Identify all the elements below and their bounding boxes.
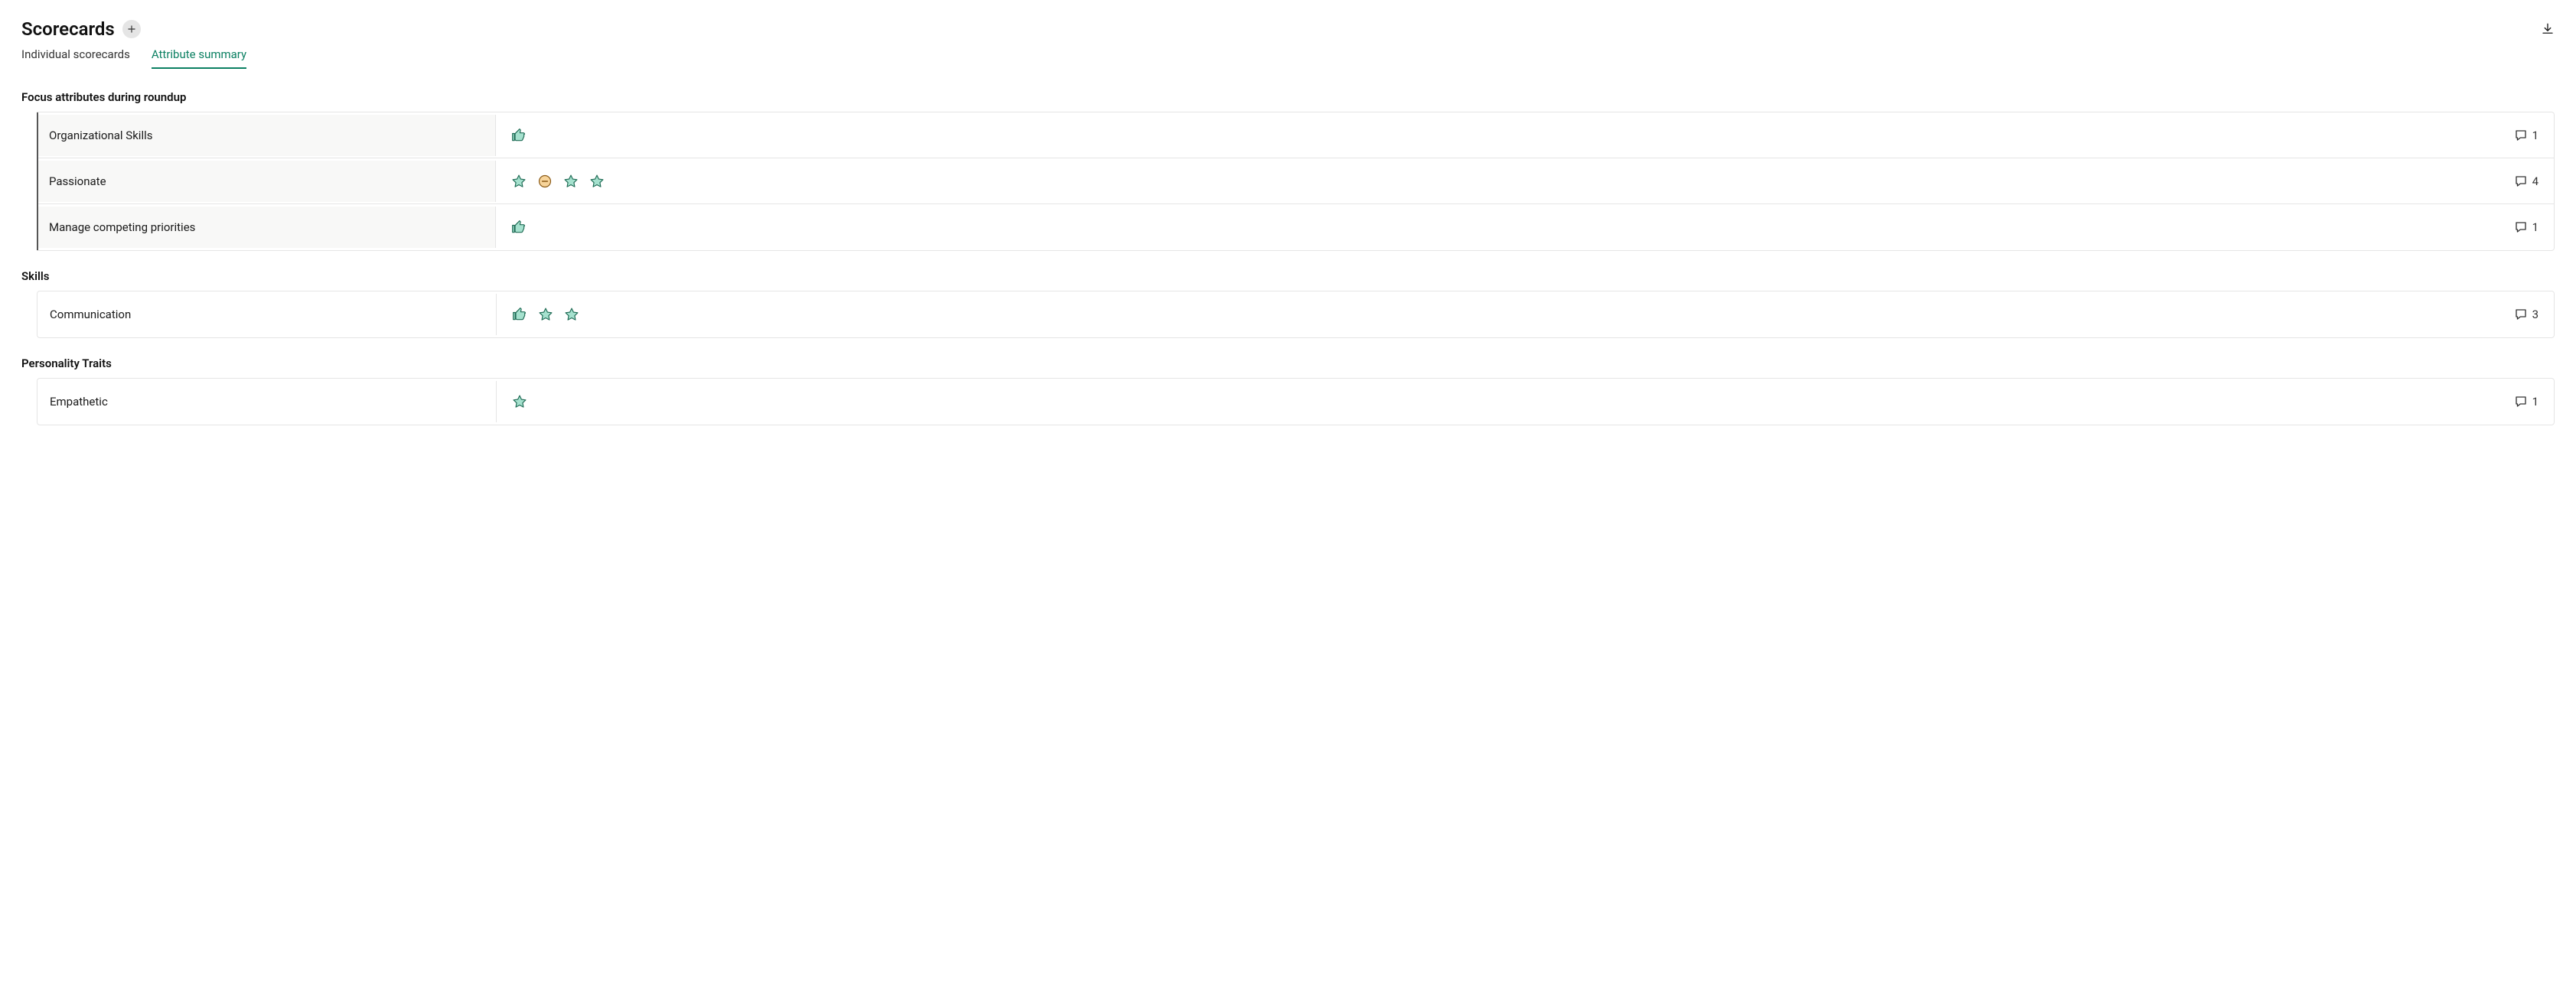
star-icon: [589, 174, 605, 189]
attribute-name: Manage competing priorities: [37, 207, 496, 248]
comment-icon: [2514, 395, 2528, 409]
page-title: Scorecards: [21, 18, 115, 40]
ratings-cell: [497, 385, 2499, 418]
section-title-personality: Personality Traits: [21, 357, 2555, 370]
comments-link[interactable]: 1: [2499, 386, 2554, 418]
table-row: Organizational Skills 1: [37, 112, 2554, 158]
tab-individual-scorecards[interactable]: Individual scorecards: [21, 47, 130, 69]
comments-link[interactable]: 1: [2499, 211, 2554, 243]
thumbs-up-icon: [511, 220, 527, 235]
star-icon: [564, 307, 579, 322]
comment-icon: [2514, 174, 2528, 188]
comment-count: 4: [2532, 174, 2539, 188]
section-title-skills: Skills: [21, 269, 2555, 283]
table-row: Passionate 4: [37, 158, 2554, 204]
table-row: Communication 3: [37, 291, 2554, 337]
personality-table: Empathetic 1: [37, 378, 2555, 425]
table-row: Empathetic 1: [37, 379, 2554, 425]
comment-icon: [2514, 220, 2528, 234]
comment-count: 3: [2532, 308, 2539, 321]
attribute-name: Communication: [37, 294, 497, 335]
ratings-cell: [497, 298, 2499, 331]
comment-count: 1: [2532, 129, 2539, 142]
attribute-name: Empathetic: [37, 381, 497, 422]
neutral-icon: [537, 174, 553, 189]
comments-link[interactable]: 1: [2499, 119, 2554, 151]
tabs: Individual scorecards Attribute summary: [21, 47, 2555, 69]
comment-count: 1: [2532, 395, 2539, 409]
section-title-focus: Focus attributes during roundup: [21, 90, 2555, 104]
comments-link[interactable]: 4: [2499, 165, 2554, 197]
star-icon: [538, 307, 553, 322]
comment-count: 1: [2532, 220, 2539, 234]
download-icon: [2541, 22, 2555, 36]
thumbs-up-icon: [512, 307, 527, 322]
download-button[interactable]: [2541, 22, 2555, 36]
thumbs-up-icon: [511, 128, 527, 143]
ratings-cell: [496, 119, 2499, 152]
ratings-cell: [496, 164, 2499, 198]
comments-link[interactable]: 3: [2499, 298, 2554, 330]
star-icon: [512, 394, 527, 409]
comment-icon: [2514, 308, 2528, 321]
star-icon: [563, 174, 579, 189]
add-scorecard-button[interactable]: [122, 20, 141, 38]
plus-icon: [126, 24, 137, 34]
table-row: Manage competing priorities 1: [37, 204, 2554, 250]
tab-attribute-summary[interactable]: Attribute summary: [152, 47, 246, 69]
focus-table: Organizational Skills 1 Passionate 4 Man…: [37, 112, 2555, 251]
attribute-name: Organizational Skills: [37, 115, 496, 156]
attribute-name: Passionate: [37, 161, 496, 202]
star-icon: [511, 174, 527, 189]
skills-table: Communication 3: [37, 291, 2555, 338]
ratings-cell: [496, 210, 2499, 244]
comment-icon: [2514, 129, 2528, 142]
